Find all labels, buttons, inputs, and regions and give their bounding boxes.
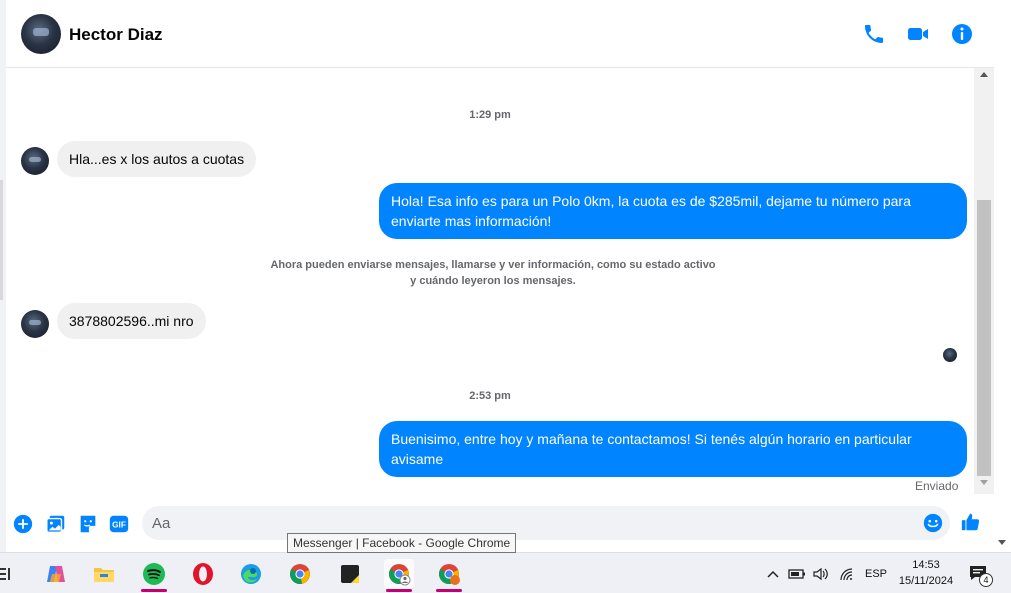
message-list: 1:29 pm Hla...es x los autos a cuotas Ho…: [6, 68, 974, 494]
sticky-notes-icon: [341, 565, 359, 583]
task-view-button[interactable]: [0, 559, 16, 589]
taskbar-opera[interactable]: [188, 559, 218, 589]
gif-icon: GIF: [109, 515, 129, 533]
timestamp: 2:53 pm: [469, 390, 511, 402]
contact-name[interactable]: Hector Diaz: [69, 25, 163, 45]
video-camera-icon: [908, 28, 928, 40]
left-edge-mark: [0, 180, 3, 300]
emoji-button[interactable]: [922, 512, 944, 534]
thumbs-up-icon: [961, 513, 980, 531]
timestamp: 1:29 pm: [469, 109, 511, 121]
notification-badge: 4: [979, 573, 993, 587]
task-view-icon: [0, 568, 10, 580]
incoming-message[interactable]: Hla...es x los autos a cuotas: [57, 141, 257, 177]
attach-media-button[interactable]: [45, 513, 67, 535]
taskbar-chrome[interactable]: [285, 559, 315, 589]
wifi-icon: [840, 568, 853, 581]
image-icon: [46, 515, 65, 533]
svg-text:GIF: GIF: [112, 521, 126, 530]
conversation-info-button[interactable]: [950, 22, 974, 46]
sender-avatar[interactable]: [21, 147, 49, 175]
taskbar-file-explorer[interactable]: [89, 559, 119, 589]
system-clock[interactable]: 14:53 15/11/2024: [890, 557, 962, 589]
outgoing-message[interactable]: Hola! Esa info es para un Polo 0km, la c…: [379, 183, 967, 239]
show-hidden-icons-button[interactable]: [763, 559, 783, 589]
info-icon: [952, 24, 972, 44]
chrome-profile-icon: [388, 564, 411, 586]
outgoing-message[interactable]: Buenisimo, entre hoy y mañana te contact…: [379, 421, 967, 477]
taskbar-chrome-profile-1[interactable]: [384, 559, 414, 592]
message-input-container[interactable]: [142, 506, 950, 540]
chrome-profile-icon: [438, 564, 460, 585]
running-indicator: [141, 589, 167, 592]
plus-circle-icon: [13, 514, 33, 534]
scroll-down-arrow[interactable]: [980, 480, 988, 485]
spotify-icon: [143, 563, 165, 585]
taskbar-edge[interactable]: [236, 559, 266, 589]
contact-avatar[interactable]: [21, 14, 61, 54]
windows-taskbar: ESP 14:53 15/11/2024 4: [0, 552, 1011, 593]
video-call-button[interactable]: [906, 22, 930, 46]
sticker-icon: [80, 515, 96, 533]
clock-date: 15/11/2024: [898, 575, 954, 587]
scroll-thumb[interactable]: [977, 200, 991, 476]
message-scrollbar[interactable]: [974, 68, 994, 494]
taskbar-copilot[interactable]: [41, 559, 71, 589]
taskbar-sticky-notes[interactable]: [335, 559, 365, 589]
system-notice: Ahora pueden enviarse mensajes, llamarse…: [270, 259, 716, 287]
clock-time: 14:53: [912, 559, 940, 571]
running-indicator: [436, 589, 462, 592]
battery-indicator[interactable]: [786, 559, 808, 589]
folder-icon: [94, 568, 114, 582]
phone-icon: [865, 25, 883, 43]
read-receipt-avatar: [943, 348, 957, 362]
chevron-up-icon: [767, 570, 779, 578]
more-actions-button[interactable]: [12, 513, 34, 535]
browser-right-edge: [994, 0, 1011, 552]
conversation-header: Hector Diaz: [6, 0, 994, 68]
copilot-icon: [47, 566, 65, 582]
sender-avatar[interactable]: [21, 310, 49, 338]
network-indicator[interactable]: [836, 559, 858, 589]
audio-call-button[interactable]: [862, 22, 886, 46]
scroll-up-arrow[interactable]: [980, 72, 988, 77]
incoming-message[interactable]: 3878802596..mi nro: [57, 303, 206, 339]
edge-icon: [241, 564, 261, 584]
message-input[interactable]: [152, 506, 912, 540]
opera-icon: [193, 563, 213, 585]
taskbar-spotify[interactable]: [139, 559, 169, 592]
gif-button[interactable]: GIF: [108, 513, 130, 535]
input-language[interactable]: ESP: [865, 553, 887, 593]
speaker-icon: [813, 567, 828, 581]
battery-icon: [788, 569, 805, 579]
messenger-window: Hector Diaz 1:29 pm Hla...es x los autos…: [0, 0, 1011, 593]
sticker-button[interactable]: [77, 513, 99, 535]
like-button[interactable]: [960, 511, 984, 535]
window-tooltip: Messenger | Facebook - Google Chrome: [287, 533, 517, 553]
page-scroll-down-arrow[interactable]: [998, 540, 1006, 545]
running-indicator: [386, 589, 412, 592]
taskbar-chrome-profile-2[interactable]: [434, 559, 464, 592]
chrome-icon: [289, 564, 310, 585]
delivery-status: Enviado: [915, 479, 959, 493]
volume-indicator[interactable]: [810, 559, 832, 589]
smiley-icon: [923, 513, 943, 533]
